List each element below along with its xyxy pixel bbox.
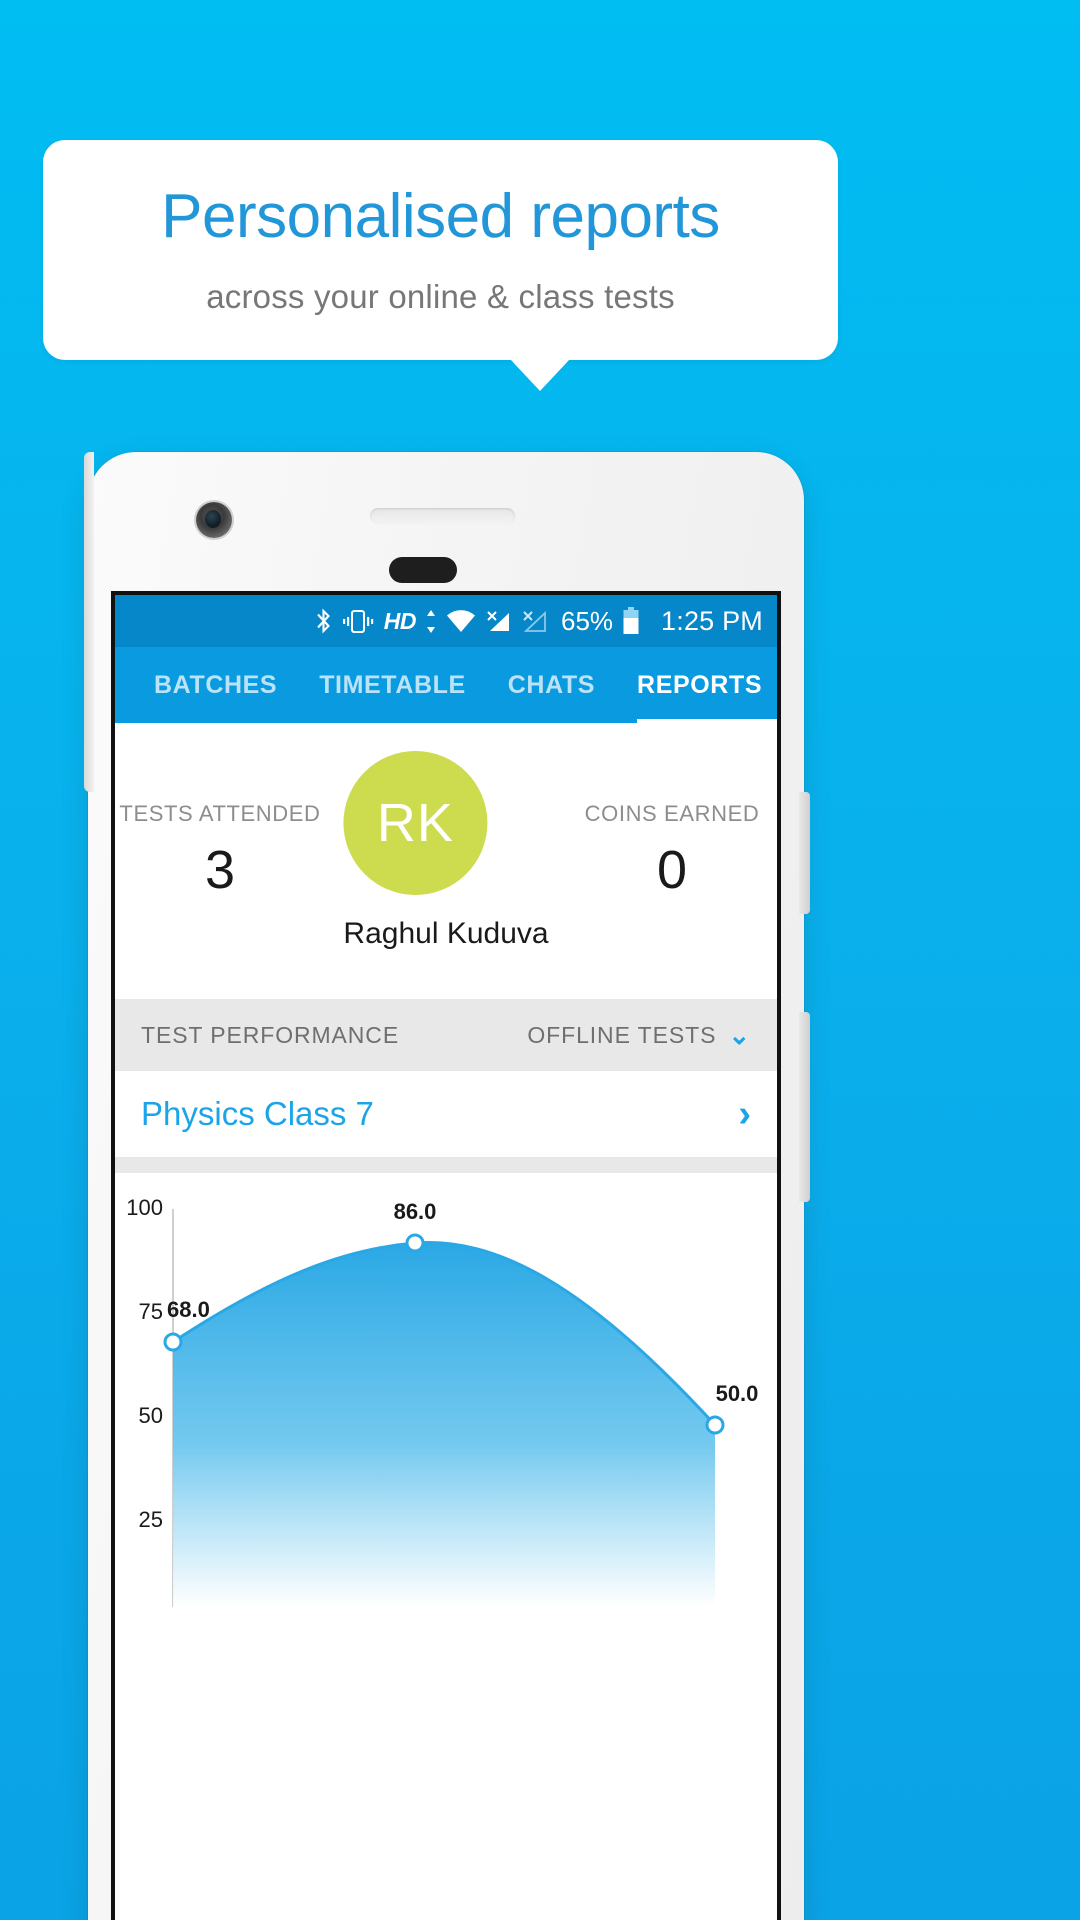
promo-title: Personalised reports bbox=[161, 182, 720, 252]
class-name-label: Physics Class 7 bbox=[141, 1095, 374, 1132]
test-performance-header: TEST PERFORMANCE OFFLINE TESTS ⌄ bbox=[115, 999, 777, 1071]
vibrate-icon bbox=[341, 609, 375, 634]
chart-area-fill bbox=[173, 1242, 715, 1607]
bluetooth-icon bbox=[315, 608, 332, 634]
section-divider bbox=[115, 1157, 777, 1173]
phone-mockup: HD 65% 1:25 PM BATCHES TIMETABLE CHATS R… bbox=[84, 452, 810, 1920]
phone-left-rim bbox=[84, 452, 94, 792]
performance-chart: 100 75 50 25 68.0 86.0 50.0 bbox=[115, 1173, 777, 1607]
tests-attended-label: TESTS ATTENDED bbox=[119, 801, 321, 826]
chevron-right-icon: › bbox=[738, 1093, 751, 1135]
signal-icon bbox=[485, 609, 512, 634]
phone-volume-button[interactable] bbox=[799, 1012, 810, 1202]
front-camera-icon bbox=[196, 502, 232, 538]
home-button[interactable] bbox=[389, 557, 457, 583]
filter-label: OFFLINE TESTS bbox=[527, 1021, 717, 1048]
stat-tests-attended: TESTS ATTENDED 3 bbox=[115, 723, 325, 901]
coins-earned-label: COINS EARNED bbox=[584, 801, 760, 826]
chart-point-2[interactable] bbox=[705, 1415, 725, 1435]
chevron-down-icon: ⌄ bbox=[728, 1020, 751, 1050]
earpiece-speaker bbox=[370, 508, 515, 524]
chart-point-label-2: 50.0 bbox=[716, 1381, 759, 1406]
ytick-label-25: 25 bbox=[139, 1507, 163, 1532]
tab-reports[interactable]: REPORTS bbox=[616, 671, 777, 700]
data-arrows-icon bbox=[425, 609, 437, 634]
status-bar: HD 65% 1:25 PM bbox=[115, 595, 777, 647]
test-type-filter[interactable]: OFFLINE TESTS ⌄ bbox=[527, 1022, 751, 1049]
tab-chats[interactable]: CHATS bbox=[487, 671, 616, 700]
promo-subtitle: across your online & class tests bbox=[206, 277, 675, 315]
user-name: Raghul Kuduva bbox=[343, 917, 549, 950]
chart-point-label-0: 68.0 bbox=[167, 1297, 210, 1322]
signal-off-icon bbox=[521, 609, 548, 634]
clock-label: 1:25 PM bbox=[661, 605, 763, 636]
battery-percent-label: 65% bbox=[561, 605, 614, 636]
status-bar-icons: HD 65% 1:25 PM bbox=[315, 606, 763, 637]
tests-attended-value: 3 bbox=[204, 840, 236, 900]
chart-svg: 100 75 50 25 68.0 86.0 50.0 bbox=[126, 1195, 759, 1607]
ytick-label-100: 100 bbox=[126, 1195, 163, 1220]
wifi-icon bbox=[446, 609, 476, 634]
profile-summary: TESTS ATTENDED 3 RK Raghul Kuduva COINS … bbox=[115, 723, 777, 999]
promo-bubble-tail bbox=[510, 359, 570, 391]
phone-power-button[interactable] bbox=[799, 792, 810, 914]
coins-earned-value: 0 bbox=[656, 840, 688, 900]
ytick-label-75: 75 bbox=[139, 1299, 163, 1324]
chart-point-1[interactable] bbox=[405, 1233, 425, 1253]
hd-icon: HD bbox=[383, 607, 417, 634]
avatar-block: RK Raghul Kuduva bbox=[343, 751, 549, 951]
ytick-label-50: 50 bbox=[139, 1403, 163, 1428]
tab-timetable[interactable]: TIMETABLE bbox=[298, 671, 487, 700]
chart-point-label-1: 86.0 bbox=[394, 1199, 437, 1224]
promo-bubble: Personalised reports across your online … bbox=[43, 140, 838, 360]
stat-coins-earned: COINS EARNED 0 bbox=[567, 723, 777, 901]
avatar[interactable]: RK bbox=[343, 751, 488, 895]
battery-icon bbox=[622, 607, 640, 635]
section-title: TEST PERFORMANCE bbox=[141, 1021, 400, 1048]
class-row[interactable]: Physics Class 7 › bbox=[115, 1071, 777, 1157]
chart-point-0[interactable] bbox=[163, 1332, 183, 1352]
phone-screen: HD 65% 1:25 PM BATCHES TIMETABLE CHATS R… bbox=[115, 595, 777, 1920]
tab-batches[interactable]: BATCHES bbox=[133, 671, 298, 700]
tab-bar: BATCHES TIMETABLE CHATS REPORTS bbox=[115, 647, 777, 723]
